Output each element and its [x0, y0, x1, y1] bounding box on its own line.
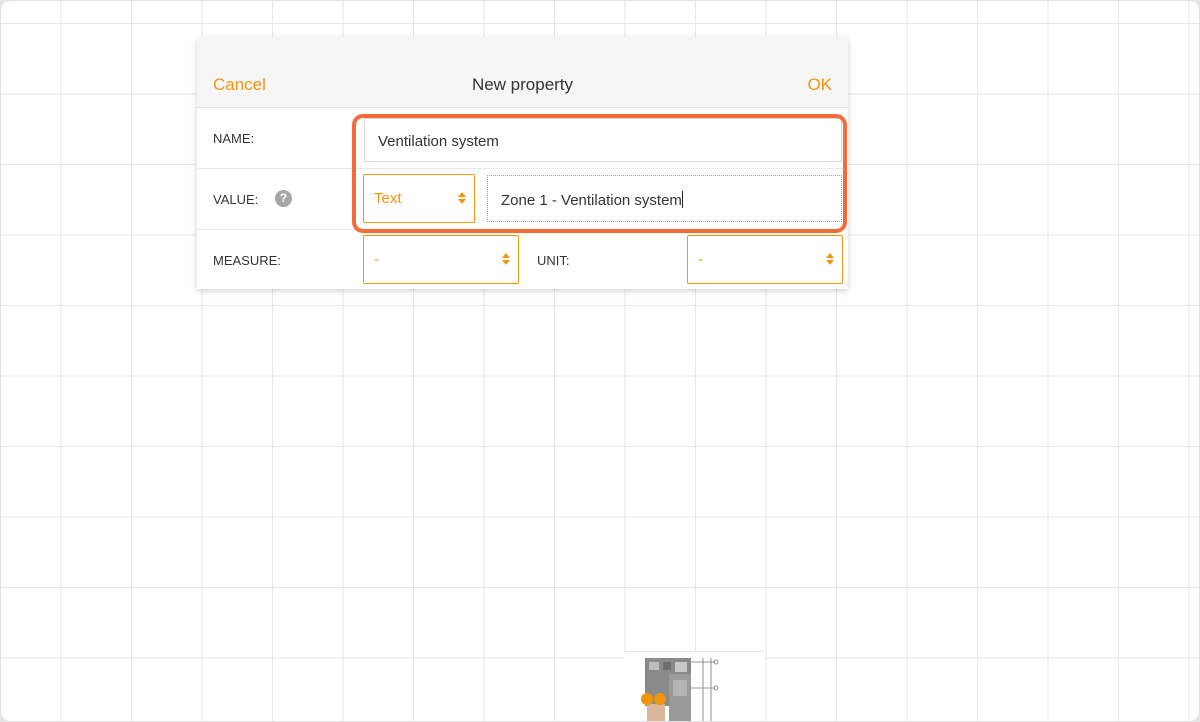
name-field-value: Ventilation system: [378, 133, 499, 150]
updown-arrows-icon: [826, 253, 834, 265]
value-text-field[interactable]: Zone 1 - Ventilation system: [487, 175, 842, 222]
updown-arrows-icon: [502, 253, 510, 265]
measure-select[interactable]: -: [363, 235, 519, 284]
unit-selected: -: [698, 251, 703, 268]
dialog-title: New property: [471, 75, 574, 94]
new-property-dialog: Cancel New property OK NAME: Ventilation…: [197, 37, 848, 289]
ok-button[interactable]: OK: [807, 75, 832, 95]
floorplan-thumbnail[interactable]: [641, 656, 721, 722]
name-row: NAME: Ventilation system: [197, 108, 848, 169]
name-label: NAME:: [213, 131, 255, 146]
value-text-value: Zone 1 - Ventilation system: [501, 192, 682, 209]
measure-label: MEASURE:: [213, 253, 281, 268]
help-icon[interactable]: ?: [275, 190, 292, 207]
dialog-header: Cancel New property OK: [197, 37, 848, 108]
measure-row: MEASURE: - UNIT: -: [197, 230, 848, 290]
updown-arrows-icon: [458, 192, 466, 204]
measure-selected: -: [374, 251, 379, 268]
value-row: VALUE: ? Text Zone 1 - Ventilation syste…: [197, 169, 848, 230]
value-label: VALUE:: [213, 192, 259, 207]
unit-label: UNIT:: [537, 253, 570, 268]
value-type-select[interactable]: Text: [363, 174, 475, 223]
name-field[interactable]: Ventilation system: [364, 118, 842, 162]
unit-select[interactable]: -: [687, 235, 843, 284]
value-type-selected: Text: [374, 190, 402, 207]
text-caret: [681, 191, 683, 208]
